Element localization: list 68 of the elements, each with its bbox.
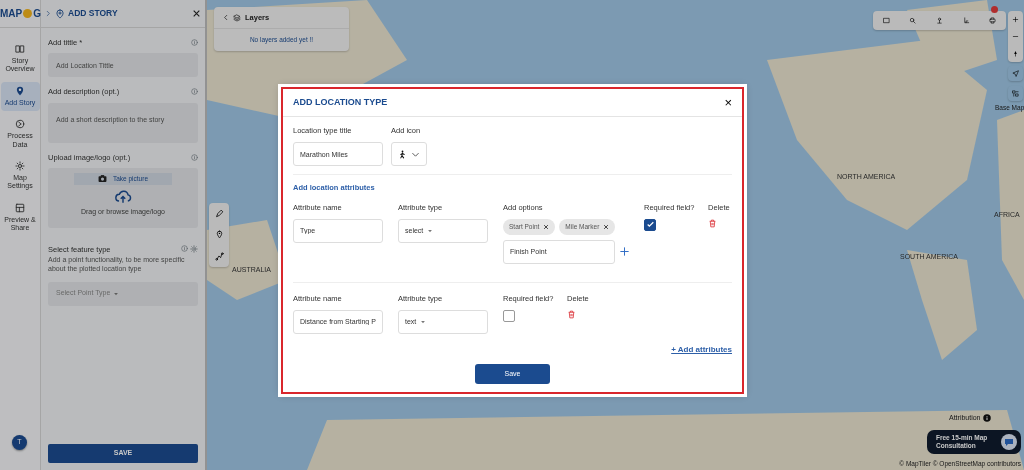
chevron-left-icon	[222, 14, 229, 21]
check-icon	[645, 220, 655, 230]
map-pin-icon	[214, 230, 224, 240]
navigation-icon	[1012, 70, 1019, 77]
route-icon	[214, 251, 224, 261]
plus-icon	[619, 246, 630, 257]
gear-icon	[15, 160, 25, 171]
camera-icon	[97, 174, 107, 184]
person-pin-icon	[936, 17, 943, 24]
map-tool-button[interactable]	[962, 17, 970, 24]
close-icon	[603, 223, 610, 230]
info-icon	[181, 245, 188, 253]
walking-person-icon	[398, 149, 407, 159]
remove-button[interactable]	[543, 223, 550, 230]
close-icon	[543, 223, 550, 230]
map-pin-icon	[55, 8, 65, 19]
map-tool-button[interactable]	[989, 17, 997, 24]
caret-down-icon	[113, 290, 120, 297]
map-pin-icon	[15, 85, 25, 96]
caret-down-icon	[427, 227, 434, 234]
add-attributes-link[interactable]: + Add attributes	[671, 343, 732, 356]
remove-button[interactable]	[603, 223, 610, 230]
required-checkbox[interactable]	[503, 309, 515, 322]
chat-icon	[1001, 434, 1017, 450]
map-tool-button[interactable]	[909, 17, 917, 24]
grid-icon	[1012, 90, 1019, 97]
zoom-in-button[interactable]	[1012, 16, 1019, 23]
map-tool-button[interactable]	[882, 17, 890, 24]
close-icon	[192, 9, 201, 18]
back-button[interactable]	[222, 14, 229, 21]
close-button[interactable]	[192, 9, 201, 18]
info-icon	[191, 88, 198, 96]
compass-button[interactable]	[1012, 50, 1019, 57]
close-button[interactable]: ×	[724, 92, 732, 113]
settings-icon	[190, 245, 198, 254]
pen-icon	[214, 209, 224, 219]
info-icon[interactable]	[982, 414, 991, 423]
icon-select[interactable]	[391, 142, 427, 167]
required-checkbox[interactable]	[644, 218, 656, 231]
info-icon	[191, 39, 198, 47]
layers-icon	[233, 13, 241, 22]
logo: MAP G	[0, 7, 41, 21]
minus-icon	[1012, 33, 1019, 40]
measure-icon	[962, 17, 970, 24]
info-icon	[191, 153, 198, 161]
map-tool-button[interactable]	[936, 17, 943, 24]
draw-tool-button[interactable]	[214, 230, 224, 240]
add-option-button[interactable]	[619, 246, 630, 257]
print-icon	[989, 17, 997, 24]
trash-icon	[567, 309, 576, 319]
zoom-out-button[interactable]	[1012, 33, 1019, 40]
draw-tool-button[interactable]	[214, 251, 224, 261]
delete-button[interactable]	[567, 309, 576, 319]
caret-down-icon	[420, 318, 427, 325]
chevron-right-icon	[45, 10, 52, 17]
preview-icon	[15, 202, 25, 213]
trash-icon	[708, 218, 717, 228]
notification-dot	[991, 6, 998, 13]
delete-button[interactable]	[708, 218, 717, 228]
plus-icon	[1012, 16, 1019, 23]
search-icon	[909, 17, 917, 24]
modal-title: ADD LOCATION TYPE	[293, 95, 388, 109]
map-icon	[882, 17, 890, 24]
compass-icon	[1012, 50, 1019, 57]
panel-title: ADD STORY	[68, 7, 119, 20]
draw-tool-button[interactable]	[214, 209, 224, 219]
book-icon	[15, 44, 25, 54]
process-icon	[15, 119, 25, 130]
